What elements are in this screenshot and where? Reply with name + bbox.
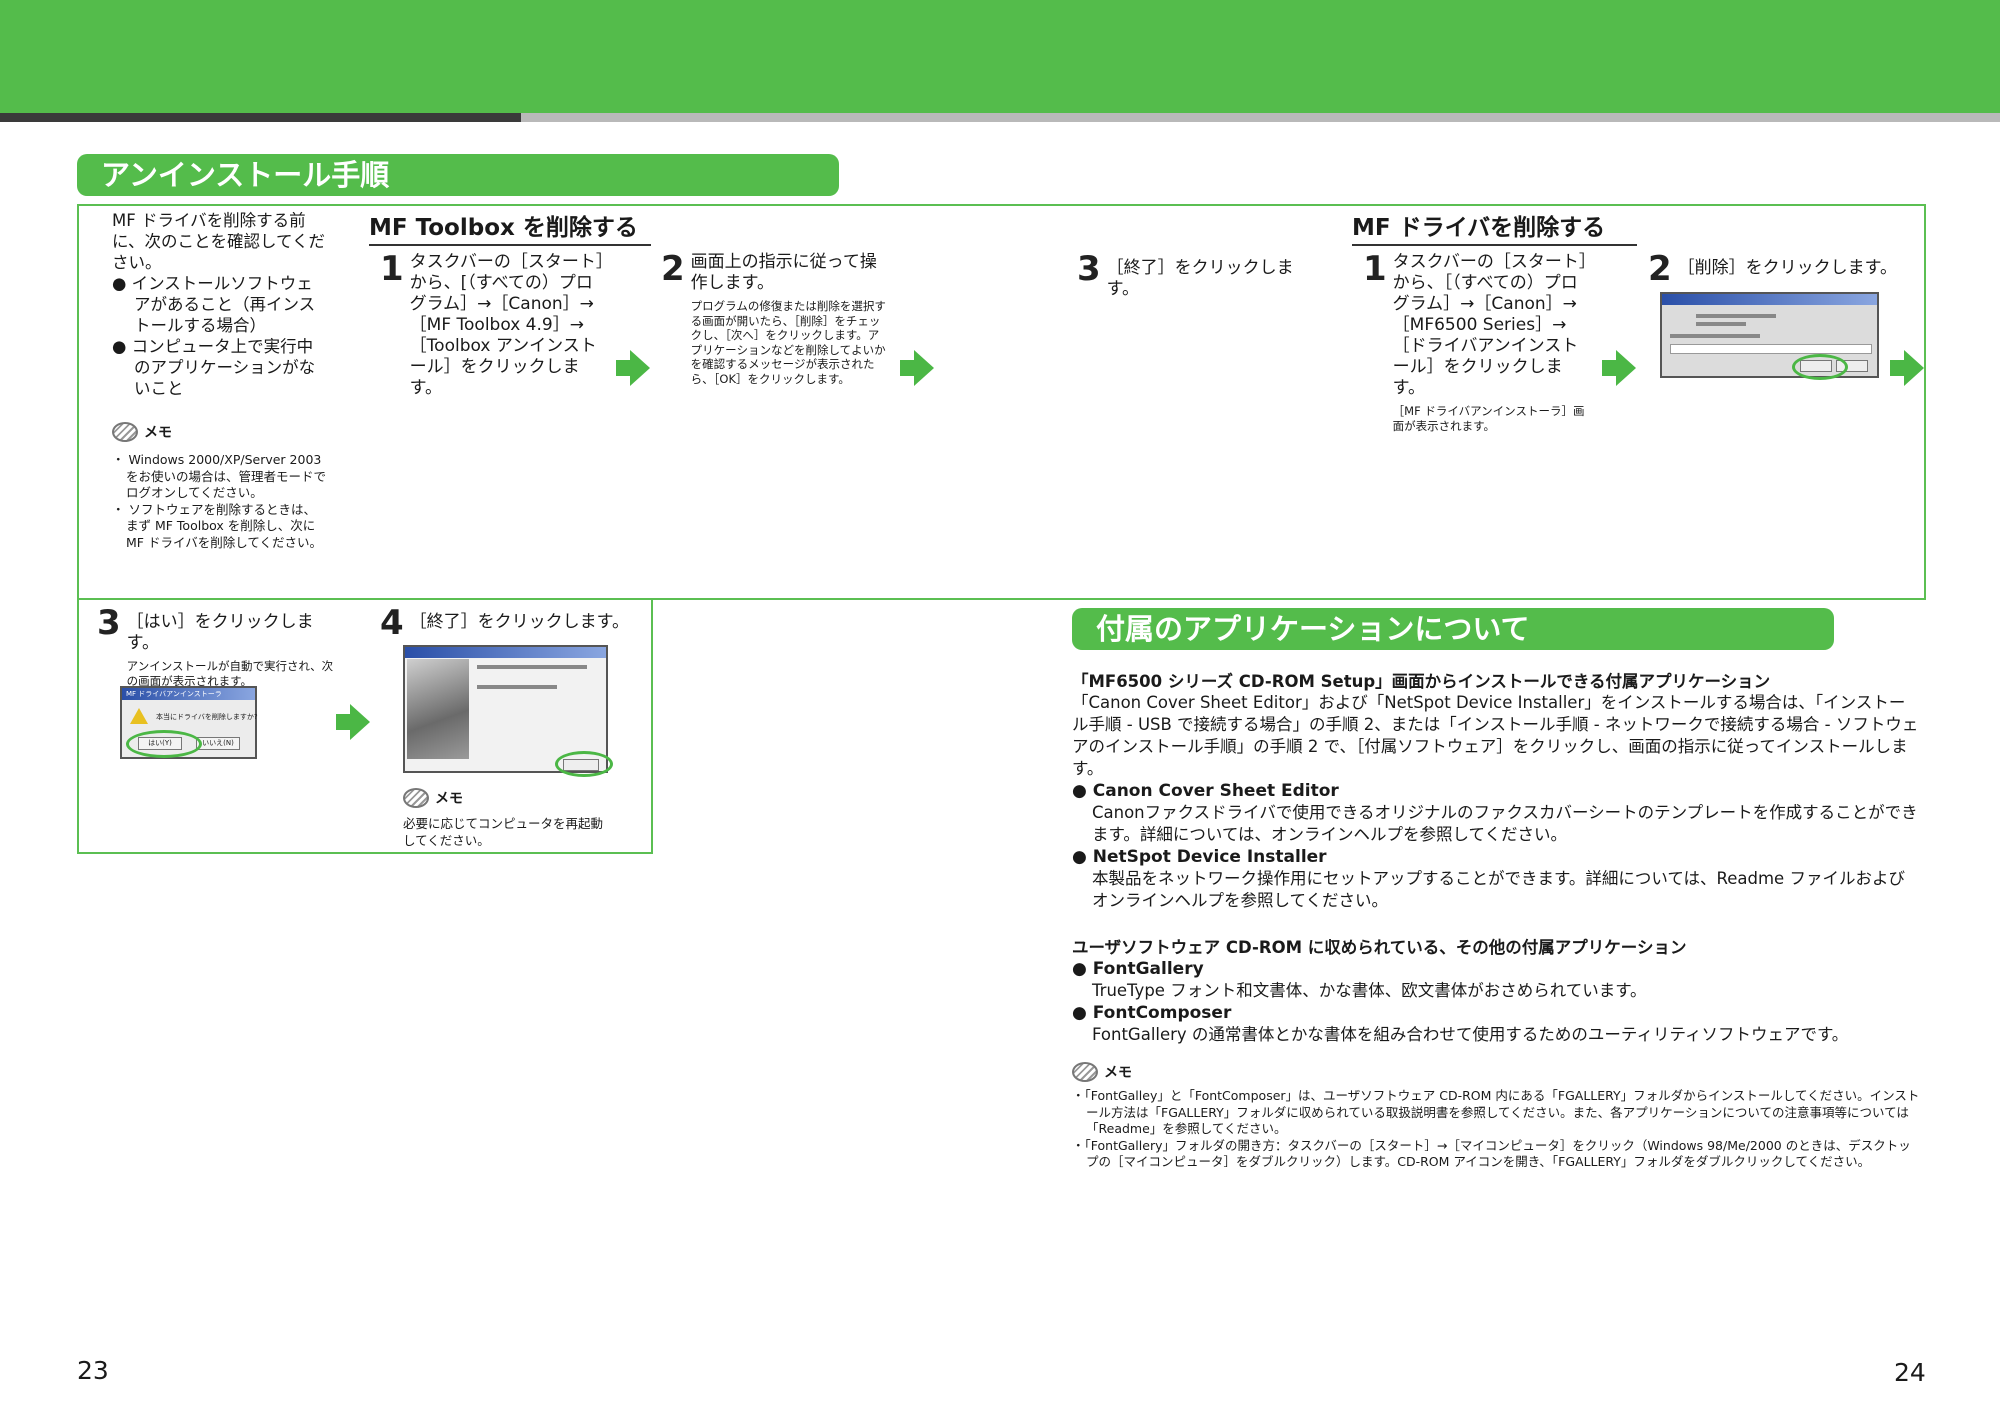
header-rule-dark: [0, 113, 521, 122]
intro-bullet: ● インストールソフトウェアがあること（再インストールする場合）: [112, 274, 316, 335]
dialog-no-button[interactable]: いいえ(N): [196, 737, 240, 750]
toolbox-step-1: 1 タスクバーの［スタート］から、[（すべての）プログラム］→［Canon］→［…: [380, 252, 606, 399]
uninstall-section-title: アンインストール手順: [77, 154, 839, 196]
memo-heading: メモ: [112, 422, 328, 442]
step-text: ［終了］をクリックします。: [409, 612, 629, 632]
memo-item: ・「FontGallery」フォルダの開き方：タスクバーの［スタート］→［マイコ…: [1072, 1137, 1911, 1170]
memo-heading: メモ: [1072, 1062, 1920, 1082]
intro-lead: MF ドライバを削除する前に、次のことを確認してください。: [112, 211, 326, 272]
step-text: タスクバーの［スタート］から、［（すべての）プログラム］→［Canon］→［MF…: [1392, 252, 1588, 398]
wizard-image: [407, 659, 469, 759]
driver-memo: メモ 必要に応じてコンピュータを再起動してください。: [403, 788, 613, 849]
step-note: プログラムの修復または削除を選択する画面が開いたら、［削除］をチェックし、［次へ…: [690, 299, 886, 386]
app-desc: TrueType フォント和文書体、かな書体、欧文書体がおさめられています。: [1092, 981, 1647, 1000]
step-number: 1: [1363, 249, 1387, 289]
memo-icon: [403, 788, 429, 808]
header-band: [0, 0, 2000, 113]
step-number: 3: [97, 603, 121, 643]
memo-heading: メモ: [403, 788, 613, 808]
step-number: 1: [380, 249, 404, 289]
confirm-dialog-screenshot: MF ドライバアンインストーラ 本当にドライバを削除しますか? はい(Y) いい…: [120, 686, 258, 759]
step-text: ［終了］をクリックします。: [1106, 258, 1294, 299]
step-text: 画面上の指示に従って操作します。: [690, 252, 877, 293]
app-desc: 本製品をネットワーク操作用にセットアップすることができます。詳細については、Re…: [1092, 869, 1905, 910]
dialog-title: MF ドライバアンインストーラ: [122, 688, 255, 700]
toolbox-step-3: 3 ［終了］をクリックします。: [1077, 252, 1317, 300]
uninstall-intro: MF ドライバを削除する前に、次のことを確認してください。 ● インストールソフ…: [112, 210, 328, 399]
memo-icon: [112, 422, 138, 442]
step-number: 4: [380, 603, 404, 643]
dialog-message: 本当にドライバを削除しますか?: [156, 713, 258, 721]
driver-step-1: 1 タスクバーの［スタート］から、［（すべての）プログラム］→［Canon］→［…: [1363, 252, 1593, 433]
driver-step-2: 2 ［削除］をクリックします。: [1648, 252, 1928, 286]
memo-item: ・ ソフトウェアを削除するときは、まず MF Toolbox を削除し、次に M…: [112, 501, 322, 550]
step-number: 3: [1077, 249, 1101, 289]
apps-heading-2: ユーザソフトウェア CD-ROM に収められている、その他の付属アプリケーション: [1072, 938, 1687, 957]
memo-item: ・「FontGalley」と「FontComposer」は、ユーザソフトウェア …: [1072, 1088, 1920, 1136]
step-note: アンインストールが自動で実行され、次の画面が表示されます。: [126, 659, 334, 688]
memo-label: メモ: [1104, 1065, 1132, 1081]
page-number-left: 23: [77, 1356, 109, 1385]
app-desc: FontGallery の通常書体とかな書体を組み合わせて使用するためのユーティ…: [1092, 1025, 1849, 1044]
app-name: ● FontComposer: [1072, 1003, 1232, 1023]
toolbox-heading: MF Toolbox を削除する: [369, 208, 651, 246]
apps-section-title: 付属のアプリケーションについて: [1072, 608, 1834, 650]
toolbox-step-2: 2 画面上の指示に従って操作します。 プログラムの修復または削除を選択する画面が…: [661, 252, 887, 386]
step-text: タスクバーの［スタート］から、[（すべての）プログラム］→［Canon］→［MF…: [409, 252, 605, 398]
app-name: ● Canon Cover Sheet Editor: [1072, 781, 1339, 801]
apps-content: 「MF6500 シリーズ CD-ROM Setup」画面からインストールできる付…: [1072, 668, 1920, 1171]
memo-icon: [1072, 1062, 1098, 1082]
step-note: ［MF ドライバアンインストーラ］画面が表示されます。: [1392, 404, 1585, 433]
delete-dialog-screenshot: [1660, 292, 1879, 380]
driver-heading: MF ドライバを削除する: [1352, 208, 1637, 246]
step-text: ［削除］をクリックします。: [1677, 258, 1897, 278]
memo-label: メモ: [144, 425, 172, 441]
app-name: ● FontGallery: [1072, 959, 1204, 979]
header-rule-light: [521, 113, 2000, 122]
warning-icon: [130, 708, 148, 724]
page-number-right: 24: [1894, 1358, 1926, 1387]
memo-item: ・ Windows 2000/XP/Server 2003 をお使いの場合は、管…: [112, 452, 327, 500]
memo-text: 必要に応じてコンピュータを再起動してください。: [403, 816, 604, 848]
step-text: ［はい］をクリックします。: [126, 612, 314, 653]
intro-bullet: ● コンピュータ上で実行中のアプリケーションがないこと: [112, 337, 316, 398]
memo-label: メモ: [435, 791, 463, 807]
driver-step-4: 4 ［終了］をクリックします。: [380, 606, 640, 640]
apps-heading-1: 「MF6500 シリーズ CD-ROM Setup」画面からインストールできる付…: [1072, 672, 1771, 691]
finish-dialog-screenshot: [403, 645, 613, 777]
step-number: 2: [661, 249, 685, 289]
apps-paragraph: 「Canon Cover Sheet Editor」および「NetSpot De…: [1072, 693, 1919, 778]
intro-memo: メモ ・ Windows 2000/XP/Server 2003 をお使いの場合…: [112, 422, 328, 551]
app-name: ● NetSpot Device Installer: [1072, 847, 1327, 867]
app-desc: Canonファクスドライバで使用できるオリジナルのファクスカバーシートのテンプレ…: [1092, 803, 1918, 844]
driver-step-3: 3 ［はい］をクリックします。 アンインストールが自動で実行され、次の画面が表示…: [97, 606, 337, 688]
step-number: 2: [1648, 249, 1672, 289]
